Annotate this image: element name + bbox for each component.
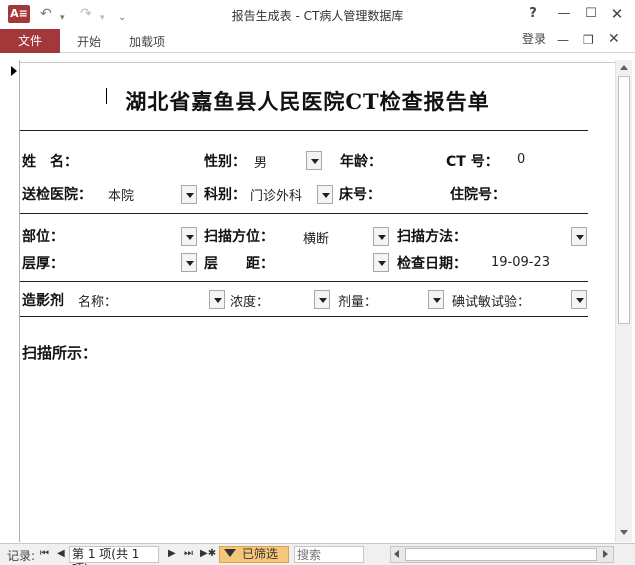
- text-cursor: [106, 88, 107, 104]
- new-record-icon[interactable]: ▶✱: [200, 547, 216, 561]
- contrast-name-label: 名称：: [78, 295, 118, 310]
- ribbon-tab-bar: 文件 开始 加载项 登录 — ❐ ✕: [0, 29, 635, 53]
- scroll-down-icon[interactable]: [620, 530, 628, 535]
- document-minimize-button[interactable]: —: [557, 33, 569, 47]
- scan-position-dropdown-icon[interactable]: [373, 227, 389, 246]
- title-bar: A≡ ↶ ▾ ↷ ▾ ⌄ 报告生成表 - CT病人管理数据库 ? — ☐ ✕: [0, 0, 635, 29]
- hospital-label: 送检医院：: [22, 187, 92, 203]
- current-record-field[interactable]: 第 1 项(共 1 项): [69, 546, 159, 565]
- window-close-button[interactable]: ✕: [606, 5, 628, 23]
- scan-findings-label: 扫描所示：: [22, 344, 98, 362]
- name-label: 姓 名：: [22, 154, 78, 170]
- ct-number-field[interactable]: 0: [517, 152, 525, 167]
- gender-field[interactable]: 男: [254, 152, 267, 171]
- slice-gap-label: 层 距：: [204, 256, 274, 272]
- record-selector[interactable]: [3, 60, 20, 542]
- filter-label: 已筛选: [242, 547, 279, 561]
- age-label: 年龄：: [340, 154, 382, 170]
- inpatient-label: 住院号：: [450, 187, 506, 203]
- part-label: 部位：: [22, 229, 64, 245]
- document-close-button[interactable]: ✕: [608, 31, 620, 47]
- horizontal-scroll-thumb[interactable]: [405, 548, 597, 561]
- horizontal-scrollbar[interactable]: [390, 546, 614, 563]
- part-dropdown-icon[interactable]: [181, 227, 197, 246]
- login-link[interactable]: 登录: [522, 30, 546, 47]
- vertical-scroll-thumb[interactable]: [618, 76, 630, 324]
- divider: [20, 130, 588, 131]
- window-maximize-button[interactable]: ☐: [580, 5, 602, 23]
- iodine-test-label: 碘试敏试验：: [452, 295, 531, 310]
- scan-position-field[interactable]: 横断: [303, 228, 329, 247]
- first-record-icon[interactable]: ⏮: [40, 547, 49, 561]
- previous-record-icon[interactable]: ◀: [57, 547, 65, 561]
- contrast-name-dropdown-icon[interactable]: [209, 290, 225, 309]
- record-navigation-bar: 记录: ⏮ ◀ 第 1 项(共 1 项) ▶ ⏭ ▶✱ 已筛选: [0, 543, 635, 565]
- scan-position-label: 扫描方位：: [204, 229, 274, 245]
- tab-home[interactable]: 开始: [77, 33, 101, 50]
- last-record-icon[interactable]: ⏭: [184, 547, 193, 561]
- dose-dropdown-icon[interactable]: [428, 290, 444, 309]
- contrast-agent-label: 造影剂: [22, 293, 64, 309]
- exam-date-field[interactable]: 19-09-23: [491, 255, 550, 270]
- ct-number-label: CT 号：: [446, 154, 499, 170]
- divider: [20, 281, 588, 282]
- filter-icon: [224, 549, 236, 557]
- scan-method-label: 扫描方法：: [397, 229, 467, 245]
- slice-gap-dropdown-icon[interactable]: [373, 253, 389, 272]
- hospital-dropdown-icon[interactable]: [181, 185, 197, 204]
- concentration-dropdown-icon[interactable]: [314, 290, 330, 309]
- form-top-border: [20, 62, 615, 63]
- divider: [20, 213, 588, 214]
- help-button[interactable]: ?: [522, 5, 544, 23]
- department-field[interactable]: 门诊外科: [250, 185, 302, 204]
- divider: [20, 316, 588, 317]
- record-label: 记录:: [7, 549, 36, 563]
- hospital-field[interactable]: 本院: [108, 185, 134, 204]
- next-record-icon[interactable]: ▶: [168, 547, 176, 561]
- document-restore-button[interactable]: ❐: [583, 33, 594, 47]
- scroll-right-icon[interactable]: [603, 550, 608, 558]
- tab-addins[interactable]: 加载项: [129, 33, 165, 50]
- concentration-label: 浓度：: [230, 295, 270, 310]
- gender-dropdown-icon[interactable]: [306, 151, 322, 170]
- window-minimize-button[interactable]: —: [553, 5, 575, 23]
- report-form: 湖北省嘉鱼县人民医院CT检查报告单 姓 名： 性别： 男 年龄： CT 号： 0…: [0, 60, 635, 542]
- exam-date-label: 检查日期：: [397, 256, 467, 272]
- scroll-left-icon[interactable]: [394, 550, 399, 558]
- scroll-up-icon[interactable]: [620, 65, 628, 70]
- department-label: 科别：: [204, 187, 246, 203]
- vertical-scrollbar[interactable]: [615, 60, 632, 542]
- search-input[interactable]: [294, 546, 364, 563]
- bed-label: 床号：: [339, 187, 381, 203]
- iodine-test-dropdown-icon[interactable]: [571, 290, 587, 309]
- gender-label: 性别：: [204, 154, 246, 170]
- scan-method-dropdown-icon[interactable]: [571, 227, 587, 246]
- department-dropdown-icon[interactable]: [317, 185, 333, 204]
- slice-thickness-dropdown-icon[interactable]: [181, 253, 197, 272]
- dose-label: 剂量：: [338, 295, 378, 310]
- slice-thickness-label: 层厚：: [22, 256, 64, 272]
- tab-file[interactable]: 文件: [0, 29, 60, 53]
- filter-toggle-button[interactable]: 已筛选: [219, 546, 289, 563]
- current-record-arrow-icon: [11, 66, 17, 76]
